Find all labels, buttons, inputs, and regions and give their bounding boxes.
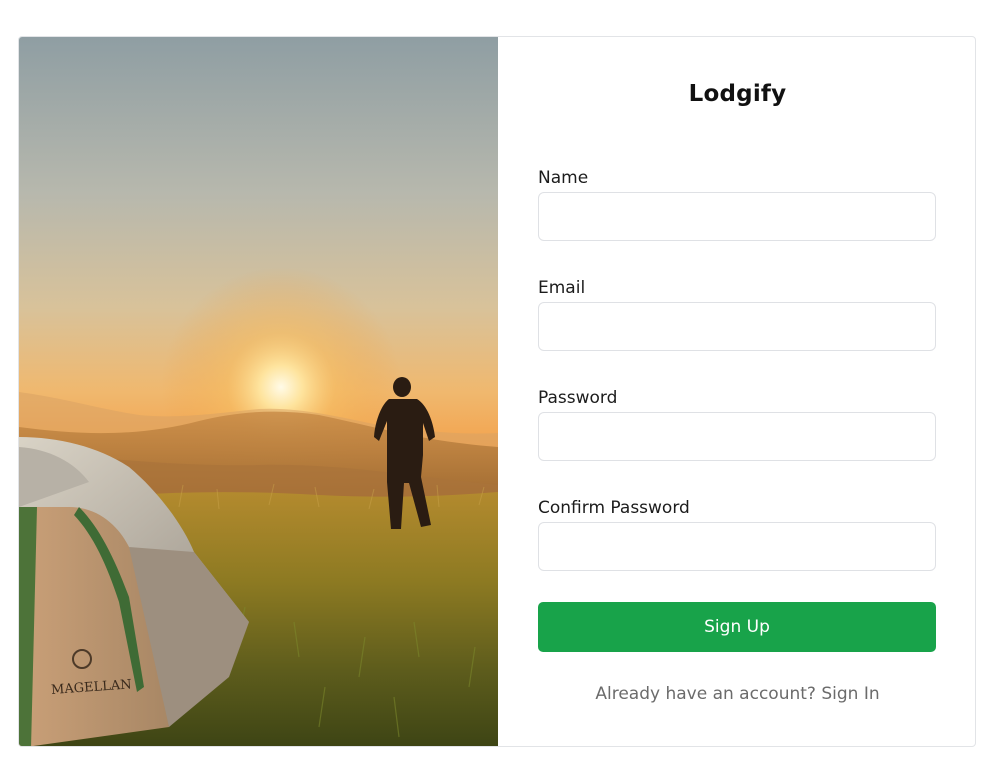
signin-prompt-text: Already have an account? xyxy=(595,684,816,704)
email-input[interactable] xyxy=(538,302,936,351)
password-label: Password xyxy=(538,388,618,408)
confirm-password-input[interactable] xyxy=(538,522,936,571)
password-input[interactable] xyxy=(538,412,936,461)
hero-photo: MAGELLAN xyxy=(19,37,498,746)
sign-in-link[interactable]: Sign In xyxy=(821,684,879,704)
signup-card: MAGELLAN Lodgify Name Email Password Con… xyxy=(18,36,976,747)
name-label: Name xyxy=(538,168,589,188)
sign-up-button[interactable]: Sign Up xyxy=(538,602,936,652)
confirm-password-label: Confirm Password xyxy=(538,498,690,518)
signin-prompt: Already have an account? Sign In xyxy=(498,684,975,704)
email-label: Email xyxy=(538,278,586,298)
brand-title: Lodgify xyxy=(688,81,787,107)
name-input[interactable] xyxy=(538,192,936,241)
signup-form: Lodgify Name Email Password Confirm Pass… xyxy=(498,37,975,746)
